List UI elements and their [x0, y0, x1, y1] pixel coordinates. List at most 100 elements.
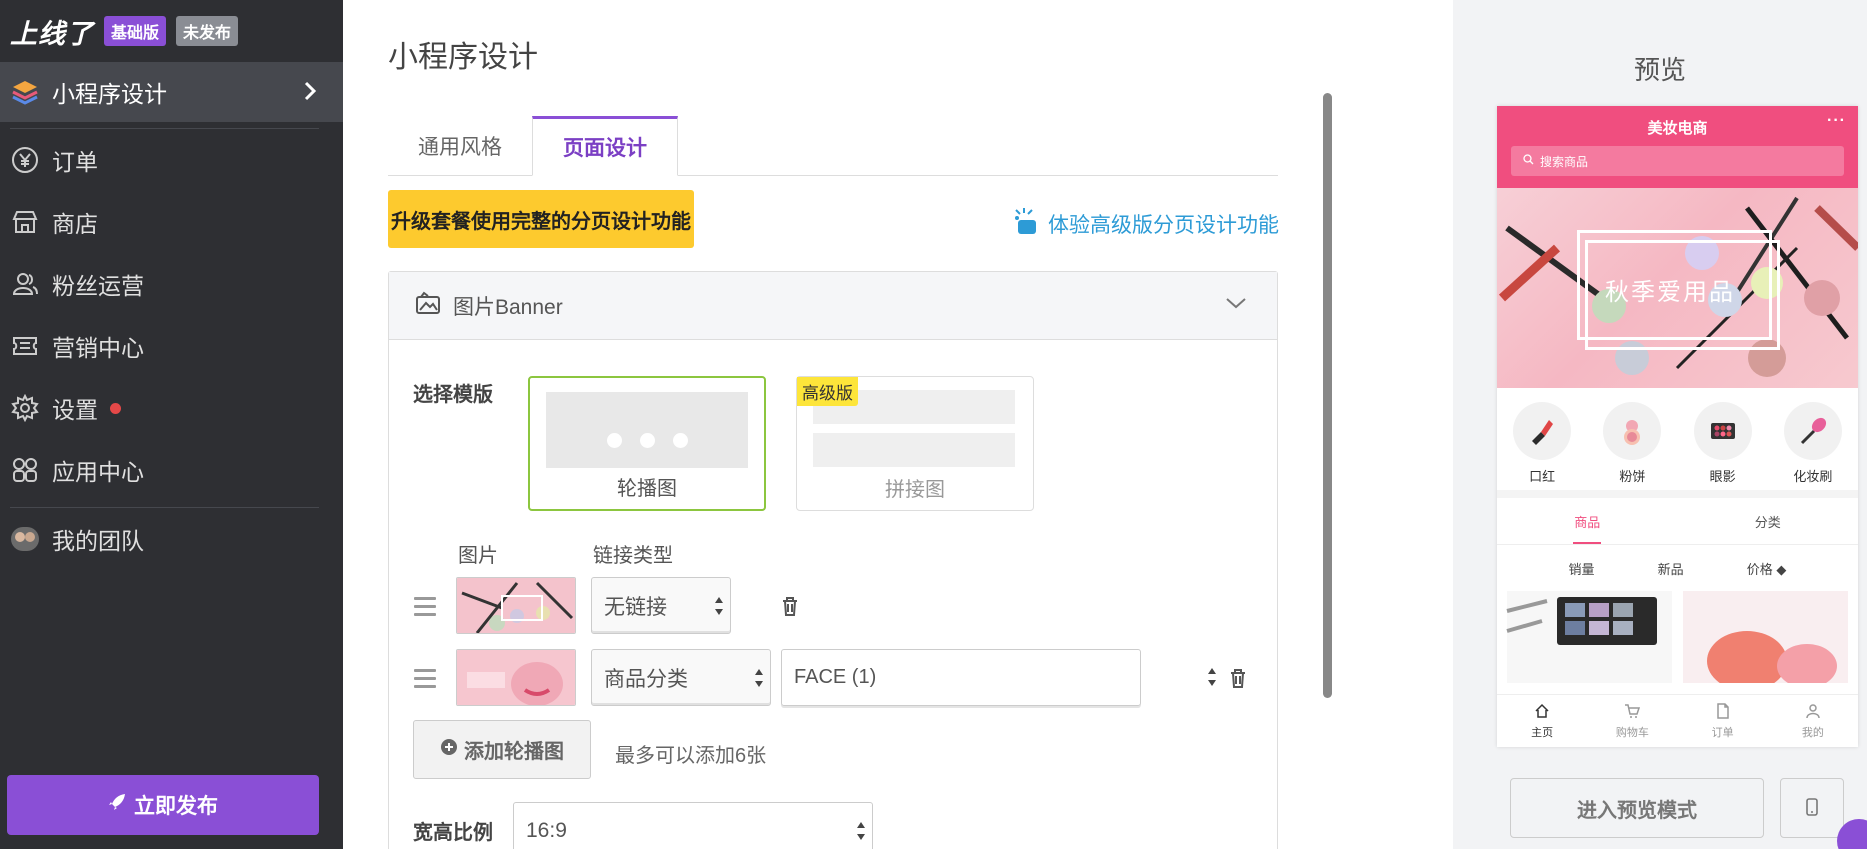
aspect-ratio-label: 宽高比例	[413, 822, 493, 844]
makeup-brush-icon	[1783, 401, 1842, 460]
rocket-icon	[108, 793, 126, 817]
upgrade-plan-button[interactable]: 升级套餐使用完整的分页设计功能	[388, 190, 694, 248]
sort-arrows-icon	[754, 666, 764, 696]
cart-icon	[1624, 703, 1641, 722]
sort-arrows-icon[interactable]	[1207, 665, 1217, 694]
preview-tabs: 商品 分类	[1497, 498, 1858, 545]
apps-icon	[10, 455, 40, 485]
trash-icon[interactable]	[1229, 668, 1247, 688]
ticket-icon	[10, 331, 40, 361]
add-limit-hint: 最多可以添加6张	[615, 745, 767, 767]
section-title: 图片Banner	[453, 295, 563, 319]
sidebar-item-team[interactable]: 我的团队	[0, 508, 343, 570]
sidebar-item-settings[interactable]: 设置	[0, 377, 343, 439]
goods-thumbnails	[1506, 591, 1848, 691]
sidebar-item-miniprogram-design[interactable]: 小程序设计	[0, 62, 343, 122]
drag-handle-icon[interactable]	[414, 597, 436, 621]
plus-circle-icon	[440, 738, 458, 762]
tab-page-design[interactable]: 页面设计	[532, 116, 678, 176]
template-caption: 拼接图	[885, 479, 945, 501]
preview-banner-text: 秋季爱用品	[1605, 278, 1735, 306]
preview-nav-cart: 购物车	[1587, 695, 1677, 747]
store-icon	[10, 207, 40, 237]
scrollbar[interactable]	[1323, 93, 1332, 698]
preview-search-bar: 搜索商品	[1511, 146, 1844, 176]
banner-image-thumbnail[interactable]	[456, 577, 576, 634]
link-type-value: 无链接	[604, 595, 667, 619]
yen-circle-icon	[10, 145, 40, 175]
preview-store-name: 美妆电商	[1647, 120, 1708, 137]
try-premium-link[interactable]: 体验高级版分页设计功能	[1012, 206, 1279, 242]
publish-button[interactable]: 立即发布	[7, 775, 319, 835]
more-icon: ···	[1827, 112, 1846, 129]
column-header-link-type: 链接类型	[593, 545, 673, 567]
preview-panel: 预览 美妆电商 ··· 搜索商品 秋季爱用品 口红 粉饼 眼影 化妆刷 商品 分…	[1453, 0, 1867, 849]
sort-arrows-icon	[714, 594, 724, 624]
document-icon	[1715, 702, 1731, 722]
sidebar-item-label: 粉丝运营	[52, 273, 144, 299]
add-carousel-button[interactable]: 添加轮播图	[413, 720, 591, 779]
sidebar-item-label: 订单	[52, 149, 98, 175]
home-icon	[1534, 703, 1550, 722]
preview-category: 化妆刷	[1783, 401, 1842, 485]
fans-icon	[10, 269, 40, 299]
sort-arrows-icon	[856, 819, 866, 849]
link-target-field[interactable]: FACE (1)	[781, 649, 1141, 706]
template-collage[interactable]: 高级版 拼接图	[796, 376, 1034, 511]
chevron-down-icon[interactable]	[1225, 296, 1247, 315]
aspect-ratio-select[interactable]: 16:9	[513, 802, 873, 849]
publish-status-badge: 未发布	[176, 16, 239, 46]
template-caption: 轮播图	[617, 478, 677, 500]
add-carousel-label: 添加轮播图	[464, 741, 564, 763]
sidebar-item-label: 设置	[52, 397, 98, 423]
drag-handle-icon[interactable]	[414, 669, 436, 693]
phone-preview: 美妆电商 ··· 搜索商品 秋季爱用品 口红 粉饼 眼影 化妆刷 商品 分类 销…	[1497, 106, 1858, 747]
preview-category-label: 化妆刷	[1793, 468, 1833, 484]
brand-logo[interactable]: 上线了	[10, 12, 94, 51]
mobile-device-button[interactable]	[1780, 778, 1844, 838]
user-icon	[1805, 703, 1821, 722]
tab-general-style[interactable]: 通用风格	[388, 116, 532, 176]
preview-nav-profile: 我的	[1768, 695, 1858, 747]
preview-header: 美妆电商 ··· 搜索商品	[1497, 106, 1858, 188]
preview-sort-bar: 销量 新品 价格 ◆	[1497, 545, 1858, 591]
premium-tag: 高级版	[797, 377, 858, 406]
image-icon	[415, 291, 441, 320]
powder-compact-icon	[1603, 401, 1662, 460]
preview-sort-sales: 销量	[1568, 561, 1595, 577]
preview-category-label: 口红	[1529, 468, 1556, 484]
eyeshadow-palette-icon	[1693, 401, 1752, 460]
brand-bar: 上线了 基础版 未发布	[0, 0, 343, 62]
chevron-right-icon	[303, 80, 317, 107]
template-carousel[interactable]: 轮播图	[528, 376, 766, 511]
sidebar-item-fans[interactable]: 粉丝运营	[0, 253, 343, 315]
sidebar-item-label: 商店	[52, 211, 98, 237]
preview-categories: 口红 粉饼 眼影 化妆刷	[1497, 388, 1858, 498]
trash-icon[interactable]	[781, 596, 799, 616]
preview-category: 口红	[1513, 401, 1572, 485]
sidebar-item-label: 营销中心	[52, 335, 144, 361]
banner-image-thumbnail[interactable]	[456, 649, 576, 706]
search-icon	[1523, 154, 1534, 168]
carousel-dots	[530, 433, 764, 448]
try-premium-label: 体验高级版分页设计功能	[1048, 214, 1279, 237]
preview-tab-category: 分类	[1754, 514, 1781, 530]
link-type-select[interactable]: 商品分类	[591, 649, 771, 706]
sidebar-item-marketing[interactable]: 营销中心	[0, 315, 343, 377]
sidebar-item-store[interactable]: 商店	[0, 191, 343, 253]
template-label: 选择模版	[413, 384, 493, 406]
publish-label: 立即发布	[134, 795, 218, 818]
preview-search-placeholder: 搜索商品	[1540, 154, 1589, 169]
preview-title: 预览	[1633, 55, 1686, 85]
section-header[interactable]: 图片Banner	[389, 272, 1277, 340]
sidebar-item-orders[interactable]: 订单	[0, 129, 343, 191]
preview-sort-new: 新品	[1657, 561, 1684, 577]
enter-preview-mode-button[interactable]: 进入预览模式	[1510, 778, 1764, 838]
sidebar-item-apps[interactable]: 应用中心	[0, 439, 343, 501]
preview-goods-grid	[1497, 591, 1858, 691]
team-avatar-icon	[10, 524, 40, 554]
tab-bar: 通用风格 页面设计	[388, 116, 1278, 176]
link-type-select[interactable]: 无链接	[591, 577, 731, 634]
link-target-value: FACE (1)	[794, 666, 877, 688]
preview-nav-orders: 订单	[1678, 695, 1768, 747]
